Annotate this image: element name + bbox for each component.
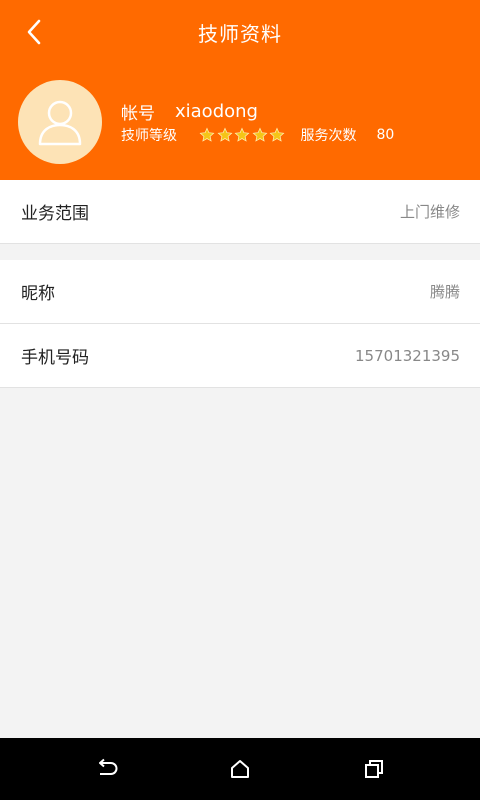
row-value: 15701321395 <box>355 346 460 365</box>
nav-home-button[interactable] <box>224 754 256 784</box>
row-value: 上门维修 <box>399 203 460 221</box>
level-stars <box>199 127 287 143</box>
star-icon <box>269 127 285 142</box>
account-label: 帐号 <box>121 104 155 124</box>
row-value: 腾腾 <box>429 283 460 301</box>
user-avatar-icon <box>38 100 82 146</box>
row-phone[interactable]: 手机号码 15701321395 <box>0 324 480 388</box>
star-icon <box>234 127 250 142</box>
row-label: 业务范围 <box>21 204 89 224</box>
nav-home-icon <box>231 760 249 778</box>
account-row: 帐号 xiaodong <box>121 99 258 124</box>
star-icon <box>217 127 232 142</box>
account-value: xiaodong <box>175 101 258 122</box>
star-icon <box>199 127 215 142</box>
nav-back-icon <box>99 758 118 775</box>
scope-card: 业务范围 上门维修 <box>0 180 480 244</box>
star-icon <box>252 127 267 142</box>
row-label: 昵称 <box>21 284 55 304</box>
info-card: 昵称 腾腾 手机号码 15701321395 <box>0 260 480 388</box>
nav-recent-apps-icon <box>365 760 383 778</box>
profile-header: 技师资料 帐号 xiaodong 技师等级 服务次数 80 <box>0 0 480 180</box>
service-label: 服务次数 <box>300 128 357 144</box>
row-label: 手机号码 <box>21 348 89 368</box>
nav-back-button[interactable] <box>90 754 122 784</box>
row-business-scope[interactable]: 业务范围 上门维修 <box>0 180 480 244</box>
top-bar: 技师资料 <box>0 0 480 64</box>
service-value: 80 <box>376 127 395 143</box>
row-nickname[interactable]: 昵称 腾腾 <box>0 260 480 324</box>
nav-recent-apps-button[interactable] <box>358 754 390 784</box>
system-nav-bar <box>0 738 480 800</box>
meta-row: 技师等级 服务次数 80 <box>121 124 394 146</box>
page-title: 技师资料 <box>198 22 282 46</box>
avatar[interactable] <box>18 80 102 164</box>
level-label: 技师等级 <box>121 128 177 144</box>
